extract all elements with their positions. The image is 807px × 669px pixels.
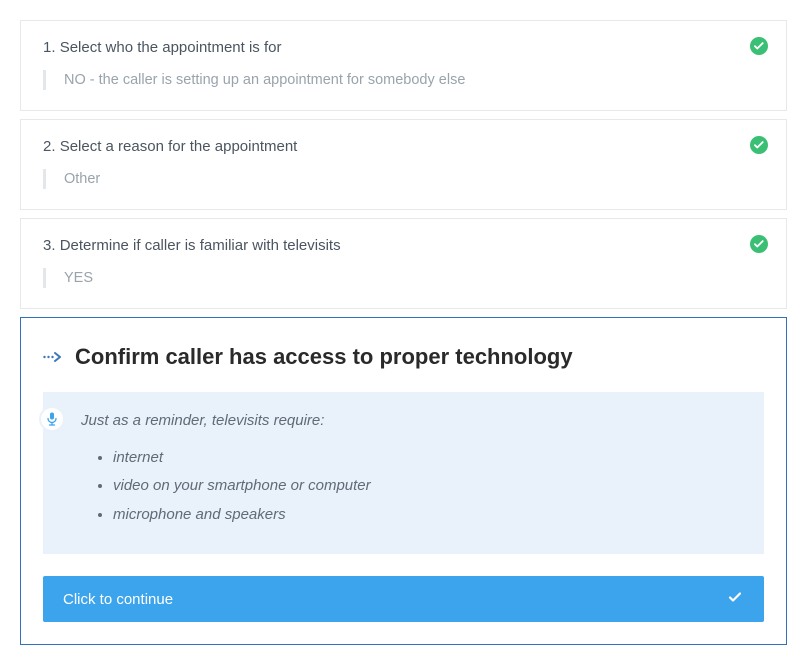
script-reminder-box: Just as a reminder, televisits require: … <box>43 392 764 554</box>
requirement-item: video on your smartphone or computer <box>113 475 371 498</box>
step-heading: Determine if caller is familiar with tel… <box>60 237 341 254</box>
answer-text: YES <box>64 270 93 286</box>
active-step-header: Confirm caller has access to proper tech… <box>43 344 764 370</box>
check-circle-icon <box>750 235 768 253</box>
answer-row: Other <box>43 169 764 189</box>
check-circle-icon <box>750 136 768 154</box>
microphone-icon <box>41 408 63 430</box>
reminder-intro: Just as a reminder, televisits require: <box>81 410 371 433</box>
answer-indicator-bar <box>43 268 46 288</box>
step-heading: Select who the appointment is for <box>60 39 282 56</box>
step-number: 2. <box>43 138 56 155</box>
continue-button[interactable]: Click to continue <box>43 576 764 622</box>
active-step-title: Confirm caller has access to proper tech… <box>75 344 573 370</box>
step-number: 1. <box>43 39 56 56</box>
requirements-list: internet video on your smartphone or com… <box>81 447 371 527</box>
step-heading: Select a reason for the appointment <box>60 138 298 155</box>
step-title: 1. Select who the appointment is for <box>43 39 764 56</box>
check-circle-icon <box>750 37 768 55</box>
completed-step-3[interactable]: 3. Determine if caller is familiar with … <box>20 218 787 309</box>
answer-indicator-bar <box>43 169 46 189</box>
answer-indicator-bar <box>43 70 46 90</box>
answer-text: NO - the caller is setting up an appoint… <box>64 72 465 88</box>
answer-text: Other <box>64 171 100 187</box>
dotted-arrow-icon <box>43 351 61 363</box>
step-title: 2. Select a reason for the appointment <box>43 138 764 155</box>
completed-step-2[interactable]: 2. Select a reason for the appointment O… <box>20 119 787 210</box>
check-icon <box>726 588 744 610</box>
script-content: Just as a reminder, televisits require: … <box>81 410 371 532</box>
answer-row: YES <box>43 268 764 288</box>
completed-step-1[interactable]: 1. Select who the appointment is for NO … <box>20 20 787 111</box>
step-number: 3. <box>43 237 56 254</box>
continue-button-label: Click to continue <box>63 591 173 608</box>
requirement-item: microphone and speakers <box>113 504 371 527</box>
answer-row: NO - the caller is setting up an appoint… <box>43 70 764 90</box>
step-title: 3. Determine if caller is familiar with … <box>43 237 764 254</box>
requirement-item: internet <box>113 447 371 470</box>
active-step: Confirm caller has access to proper tech… <box>20 317 787 645</box>
